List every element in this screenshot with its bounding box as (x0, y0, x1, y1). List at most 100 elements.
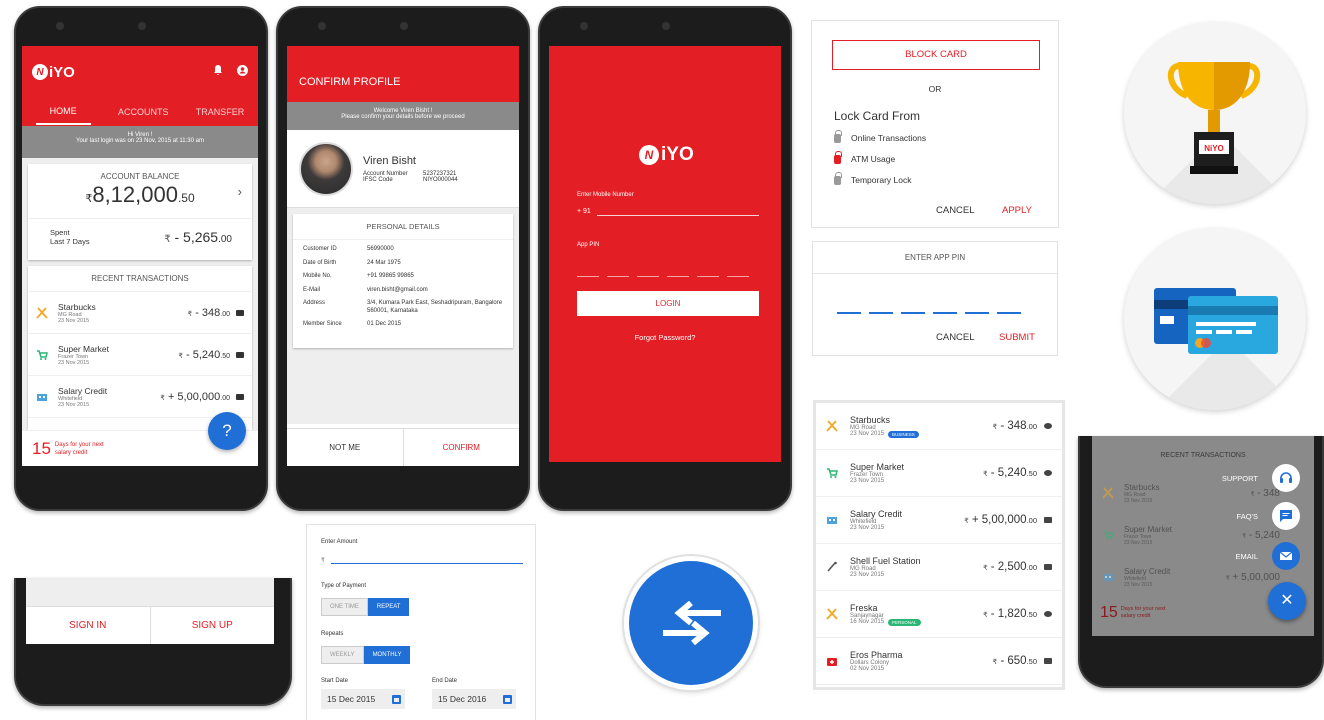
view-icon[interactable] (1044, 658, 1052, 664)
type-of-payment-label: Type of Payment (321, 583, 367, 589)
country-code: + 91 (577, 207, 591, 215)
last-login-text: Your last login was on 23 Nov, 2015 at 1… (76, 138, 204, 144)
sign-up-button[interactable]: SIGN UP (151, 607, 275, 645)
email-option[interactable]: EMAIL (1235, 542, 1300, 570)
view-icon[interactable] (1044, 470, 1052, 476)
phone-sensor (318, 22, 326, 30)
cart-icon (1102, 529, 1116, 541)
amount-input[interactable]: ₹ (321, 557, 523, 564)
mobile-input[interactable] (596, 206, 759, 216)
transaction-row[interactable]: Eros Pharma Dollars Colony 02 Nov 2015 ₹ - … (816, 638, 1062, 685)
mail-icon[interactable] (1272, 542, 1300, 570)
transaction-row[interactable]: Super Market Frazer Town 23 Nov 2015 ₹ - 5,… (28, 334, 252, 376)
category-badge: BUSINESS (888, 430, 919, 438)
transaction-row[interactable]: Salary Credit Whitefield 23 Nov 2015 ₹ + 5,… (816, 497, 1062, 544)
transaction-date: 23 Nov 2015 (1124, 581, 1153, 588)
view-icon[interactable] (1044, 564, 1052, 570)
apply-button[interactable]: APPLY (1002, 205, 1032, 216)
swap-arrows-icon (663, 601, 721, 646)
one-time-option[interactable]: ONE TIME (321, 598, 368, 616)
support-option[interactable]: SUPPORT (1222, 464, 1300, 492)
receipt-icon[interactable] (236, 309, 244, 316)
fuel-icon (826, 561, 840, 573)
sign-in-button[interactable]: SIGN IN (26, 606, 151, 644)
tab-accounts[interactable]: ACCOUNTS (118, 107, 169, 117)
chat-icon[interactable] (1272, 502, 1300, 530)
block-card-button[interactable]: BLOCK CARD (832, 40, 1040, 70)
cancel-button[interactable]: CANCEL (936, 205, 975, 216)
pin-input[interactable] (833, 301, 1025, 319)
close-icon: ✕ (1280, 592, 1294, 609)
transaction-date: 16 Nov 2015 (850, 619, 885, 625)
start-date-field[interactable]: 15 Dec 2015 (321, 689, 405, 709)
phone-camera (662, 22, 670, 30)
view-icon[interactable] (1044, 517, 1052, 523)
avatar (299, 141, 353, 196)
repeat-frequency-toggle[interactable]: WEEKLY MONTHLY (321, 643, 411, 664)
transaction-row[interactable]: Super Market Frazer Town 23 Nov 2015 ₹ - 5,… (816, 450, 1062, 497)
not-me-button[interactable]: NOT ME (287, 428, 404, 466)
forgot-password-link[interactable]: Forgot Password? (549, 333, 781, 342)
recent-transactions-title: RECENT TRANSACTIONS (28, 266, 252, 292)
profile-summary: Viren Bisht Account Number 5237237321 IFS… (287, 130, 519, 208)
transaction-date: 23 Nov 2015 (58, 317, 90, 324)
instruction-text: Please confirm your details before we pr… (341, 114, 465, 120)
tab-transfer[interactable]: TRANSFER (196, 107, 245, 117)
transaction-row[interactable]: Starbucks MG Road 23 Nov 2015 ₹ - 348.00 (28, 292, 252, 334)
phone-confirm-profile: CONFIRM PROFILE Welcome Viren Bisht ! Pl… (276, 6, 530, 511)
login-screen: N iYO Enter Mobile Number + 91 App PIN L… (549, 46, 781, 462)
svg-text:NiYO: NiYO (1204, 144, 1224, 153)
profile-icon[interactable] (237, 63, 248, 81)
end-date-field[interactable]: 15 Dec 2016 (432, 689, 516, 709)
lock-option-atm[interactable]: ATM Usage (834, 150, 895, 164)
detail-label: E-Mail (303, 286, 321, 293)
confirm-title: CONFIRM PROFILE (287, 46, 519, 102)
transfer-button[interactable] (624, 556, 758, 690)
view-icon[interactable] (1044, 423, 1052, 429)
headset-icon[interactable] (1272, 464, 1300, 492)
balance-label: ACCOUNT BALANCE (100, 172, 180, 181)
bell-icon[interactable] (213, 65, 223, 79)
confirm-button[interactable]: CONFIRM (404, 429, 520, 467)
transaction-row[interactable]: Starbucks MG Road 23 Nov 2015 BUSINESS ₹ - 3… (816, 403, 1062, 450)
building-icon (36, 391, 50, 403)
calendar-icon[interactable] (392, 694, 401, 704)
chevron-right-icon[interactable]: › (238, 184, 242, 199)
login-button[interactable]: LOGIN (577, 291, 759, 316)
receipt-icon[interactable] (236, 393, 244, 400)
transaction-row[interactable]: Freska Sanjaynagar 16 Nov 2015 PERSONAL ₹ - … (816, 591, 1062, 638)
payment-type-toggle[interactable]: ONE TIME REPEAT (321, 595, 410, 616)
lock-option-online[interactable]: Online Transactions (834, 129, 926, 143)
lock-option-temporary[interactable]: Temporary Lock (834, 171, 911, 185)
detail-row: Member Since 01 Dec 2015 (303, 321, 503, 329)
tab-home[interactable]: HOME (35, 99, 91, 125)
or-label: OR (928, 84, 942, 94)
detail-label: Date of Birth (303, 259, 337, 266)
transaction-amount: ₹ + 5,00,000.00 (964, 514, 1037, 526)
monthly-option[interactable]: MONTHLY (363, 646, 411, 664)
transaction-row[interactable]: Salary Credit Whitefield 23 Nov 2015 ₹ + 5,… (28, 376, 252, 418)
transaction-row[interactable]: Shell Fuel Station MG Road 23 Nov 2015 ₹ - … (816, 544, 1062, 591)
balance-card[interactable]: ACCOUNT BALANCE ₹8,12,000.50 › Spent Las… (28, 164, 252, 260)
receipt-icon[interactable] (236, 351, 244, 358)
detail-row: Mobile No. +91 99865 99865 (303, 273, 503, 281)
cancel-button[interactable]: CANCEL (936, 332, 975, 343)
detail-value: viren.bisht@gmail.com (367, 286, 428, 293)
merchant-name: Super Market (1124, 524, 1173, 534)
close-fab-button[interactable]: ✕ (1268, 582, 1306, 620)
lock-card-title: Lock Card From (834, 109, 921, 123)
calendar-icon[interactable] (503, 694, 512, 704)
camera-icon[interactable] (1044, 611, 1052, 617)
submit-button[interactable]: SUBMIT (999, 332, 1035, 343)
help-button[interactable]: ? (208, 412, 246, 450)
enter-pin-title: ENTER APP PIN (813, 242, 1057, 274)
repeat-option[interactable]: REPEAT (367, 598, 410, 616)
transaction-amount: ₹ - 348.00 (187, 306, 230, 319)
transaction-amount: ₹ - 1,820.50 (983, 608, 1037, 620)
pin-input[interactable] (573, 264, 753, 282)
block-card-panel: BLOCK CARD OR Lock Card From Online Tran… (811, 20, 1059, 228)
spent-amount: ₹ - 5,265.00 (164, 229, 232, 245)
weekly-option[interactable]: WEEKLY (321, 646, 364, 664)
faqs-option[interactable]: FAQ'S (1237, 502, 1300, 530)
ifsc-value: NIYO000044 (423, 176, 458, 183)
